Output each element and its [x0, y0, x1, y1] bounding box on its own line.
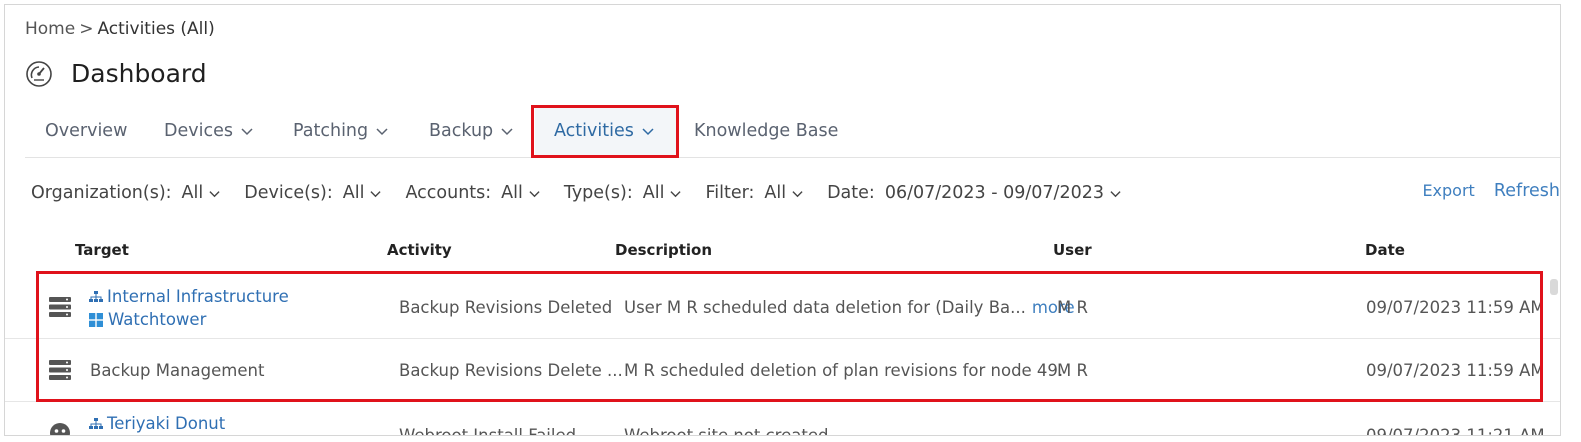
tab-knowledge-base[interactable]: Knowledge Base [694, 105, 838, 157]
server-icon [49, 297, 71, 317]
description-cell: M R scheduled deletion of plan revisions… [624, 361, 1064, 380]
tab-label: Knowledge Base [694, 121, 839, 141]
filter-label: Date: [827, 183, 875, 203]
tab-label: Backup [429, 121, 494, 141]
tab-backup[interactable]: Backup [429, 105, 513, 157]
table-actions: Export Refresh [1422, 181, 1560, 201]
filter-label: Filter: [705, 183, 755, 203]
table-row[interactable]: Teriyaki Donut Webroot Install Failed We… [5, 402, 1560, 436]
org-hierarchy-icon [89, 291, 103, 302]
filter-value: All [501, 183, 523, 203]
column-header-target[interactable]: Target [75, 241, 129, 259]
chevron-down-icon [670, 190, 682, 197]
table-row[interactable]: Backup Management Backup Revisions Delet… [5, 339, 1560, 402]
page-title: Dashboard [71, 59, 207, 88]
chevron-down-icon [209, 190, 220, 197]
date-cell: 09/07/2023 11:21 AM [1366, 426, 1545, 436]
tab-label: Patching [293, 121, 369, 141]
target-device: Watchtower [89, 310, 206, 329]
scrollbar-thumb[interactable] [1550, 279, 1558, 295]
filter-value: All [764, 183, 787, 203]
user-cell: M R [1057, 361, 1088, 380]
filter-accounts[interactable]: Accounts: All [405, 183, 540, 203]
user-cell: M R [1057, 298, 1088, 317]
tab-overview[interactable]: Overview [45, 105, 127, 157]
filter-filter[interactable]: Filter: All [705, 183, 803, 203]
target-organization: Internal Infrastructure [89, 287, 289, 306]
filter-label: Device(s): [244, 183, 333, 203]
target-organization-link[interactable]: Internal Infrastructure [107, 287, 289, 306]
filter-value: All [642, 183, 665, 203]
tab-label: Overview [45, 121, 128, 141]
chevron-down-icon [529, 190, 540, 197]
breadcrumb: Home > Activities (All) [25, 19, 215, 39]
filter-label: Type(s): [563, 183, 633, 203]
export-link[interactable]: Export [1422, 181, 1474, 200]
column-header-user[interactable]: User [1053, 241, 1092, 259]
windows-icon [89, 313, 103, 327]
target-device-link[interactable]: Watchtower [108, 310, 206, 329]
dashboard-gauge-icon [26, 60, 52, 87]
target-organization-link[interactable]: Teriyaki Donut [107, 414, 225, 433]
target-organization: Teriyaki Donut [89, 414, 225, 433]
nav-tabs: Overview Devices Patching Backup Activit… [25, 105, 1560, 158]
filter-label: Accounts: [405, 183, 492, 203]
refresh-link[interactable]: Refresh [1494, 181, 1560, 201]
breadcrumb-home[interactable]: Home [25, 19, 75, 39]
activity-cell: Backup Revisions Delete ... [399, 361, 623, 380]
filter-value: 06/07/2023 - 09/07/2023 [884, 183, 1104, 203]
description-text: User M R scheduled data deletion for (Da… [624, 298, 1026, 317]
chevron-down-icon [501, 128, 513, 136]
main-frame: Home > Activities (All) Dashboard Overview… [4, 4, 1561, 436]
description-cell: Webroot site not created [624, 426, 829, 436]
chevron-down-icon [642, 128, 654, 136]
target-cell: Backup Management [90, 361, 265, 380]
chevron-down-icon [376, 128, 388, 136]
filter-organizations[interactable]: Organization(s): All [31, 183, 220, 203]
tab-devices[interactable]: Devices [164, 105, 253, 157]
column-header-activity[interactable]: Activity [387, 241, 452, 259]
chevron-down-icon [1110, 190, 1121, 197]
chevron-down-icon [792, 190, 803, 197]
breadcrumb-current: Activities (All) [97, 19, 215, 39]
table-row[interactable]: Internal Infrastructure Watchtower Backu… [5, 275, 1560, 339]
server-icon [49, 360, 71, 380]
filter-types[interactable]: Type(s): All [564, 183, 682, 203]
page-header: Dashboard [25, 59, 207, 88]
tab-patching[interactable]: Patching [293, 105, 388, 157]
tab-label: Devices [164, 121, 233, 141]
column-header-description[interactable]: Description [615, 241, 712, 259]
breadcrumb-separator: > [79, 19, 94, 39]
column-header-date[interactable]: Date [1365, 241, 1405, 259]
date-cell: 09/07/2023 11:59 AM [1366, 361, 1545, 380]
filter-date[interactable]: Date: 06/07/2023 - 09/07/2023 [827, 183, 1121, 203]
org-hierarchy-icon [89, 418, 103, 429]
tab-activities[interactable]: Activities [535, 105, 679, 157]
tab-label: Activities [554, 121, 634, 141]
filter-bar: Organization(s): All Device(s): All Acco… [31, 183, 1145, 203]
table-header: Target Activity Description User Date [5, 241, 1560, 265]
filter-devices[interactable]: Device(s): All [244, 183, 382, 203]
filter-value: All [342, 183, 365, 203]
activity-cell: Webroot Install Failed [399, 426, 577, 436]
description-cell: User M R scheduled data deletion for (Da… [624, 298, 1075, 317]
activity-cell: Backup Revisions Deleted [399, 298, 613, 317]
filter-value: All [181, 183, 204, 203]
chevron-down-icon [241, 128, 253, 136]
chevron-down-icon [370, 190, 382, 197]
webroot-icon [50, 423, 70, 435]
date-cell: 09/07/2023 11:59 AM [1366, 298, 1545, 317]
filter-label: Organization(s): [31, 183, 172, 203]
